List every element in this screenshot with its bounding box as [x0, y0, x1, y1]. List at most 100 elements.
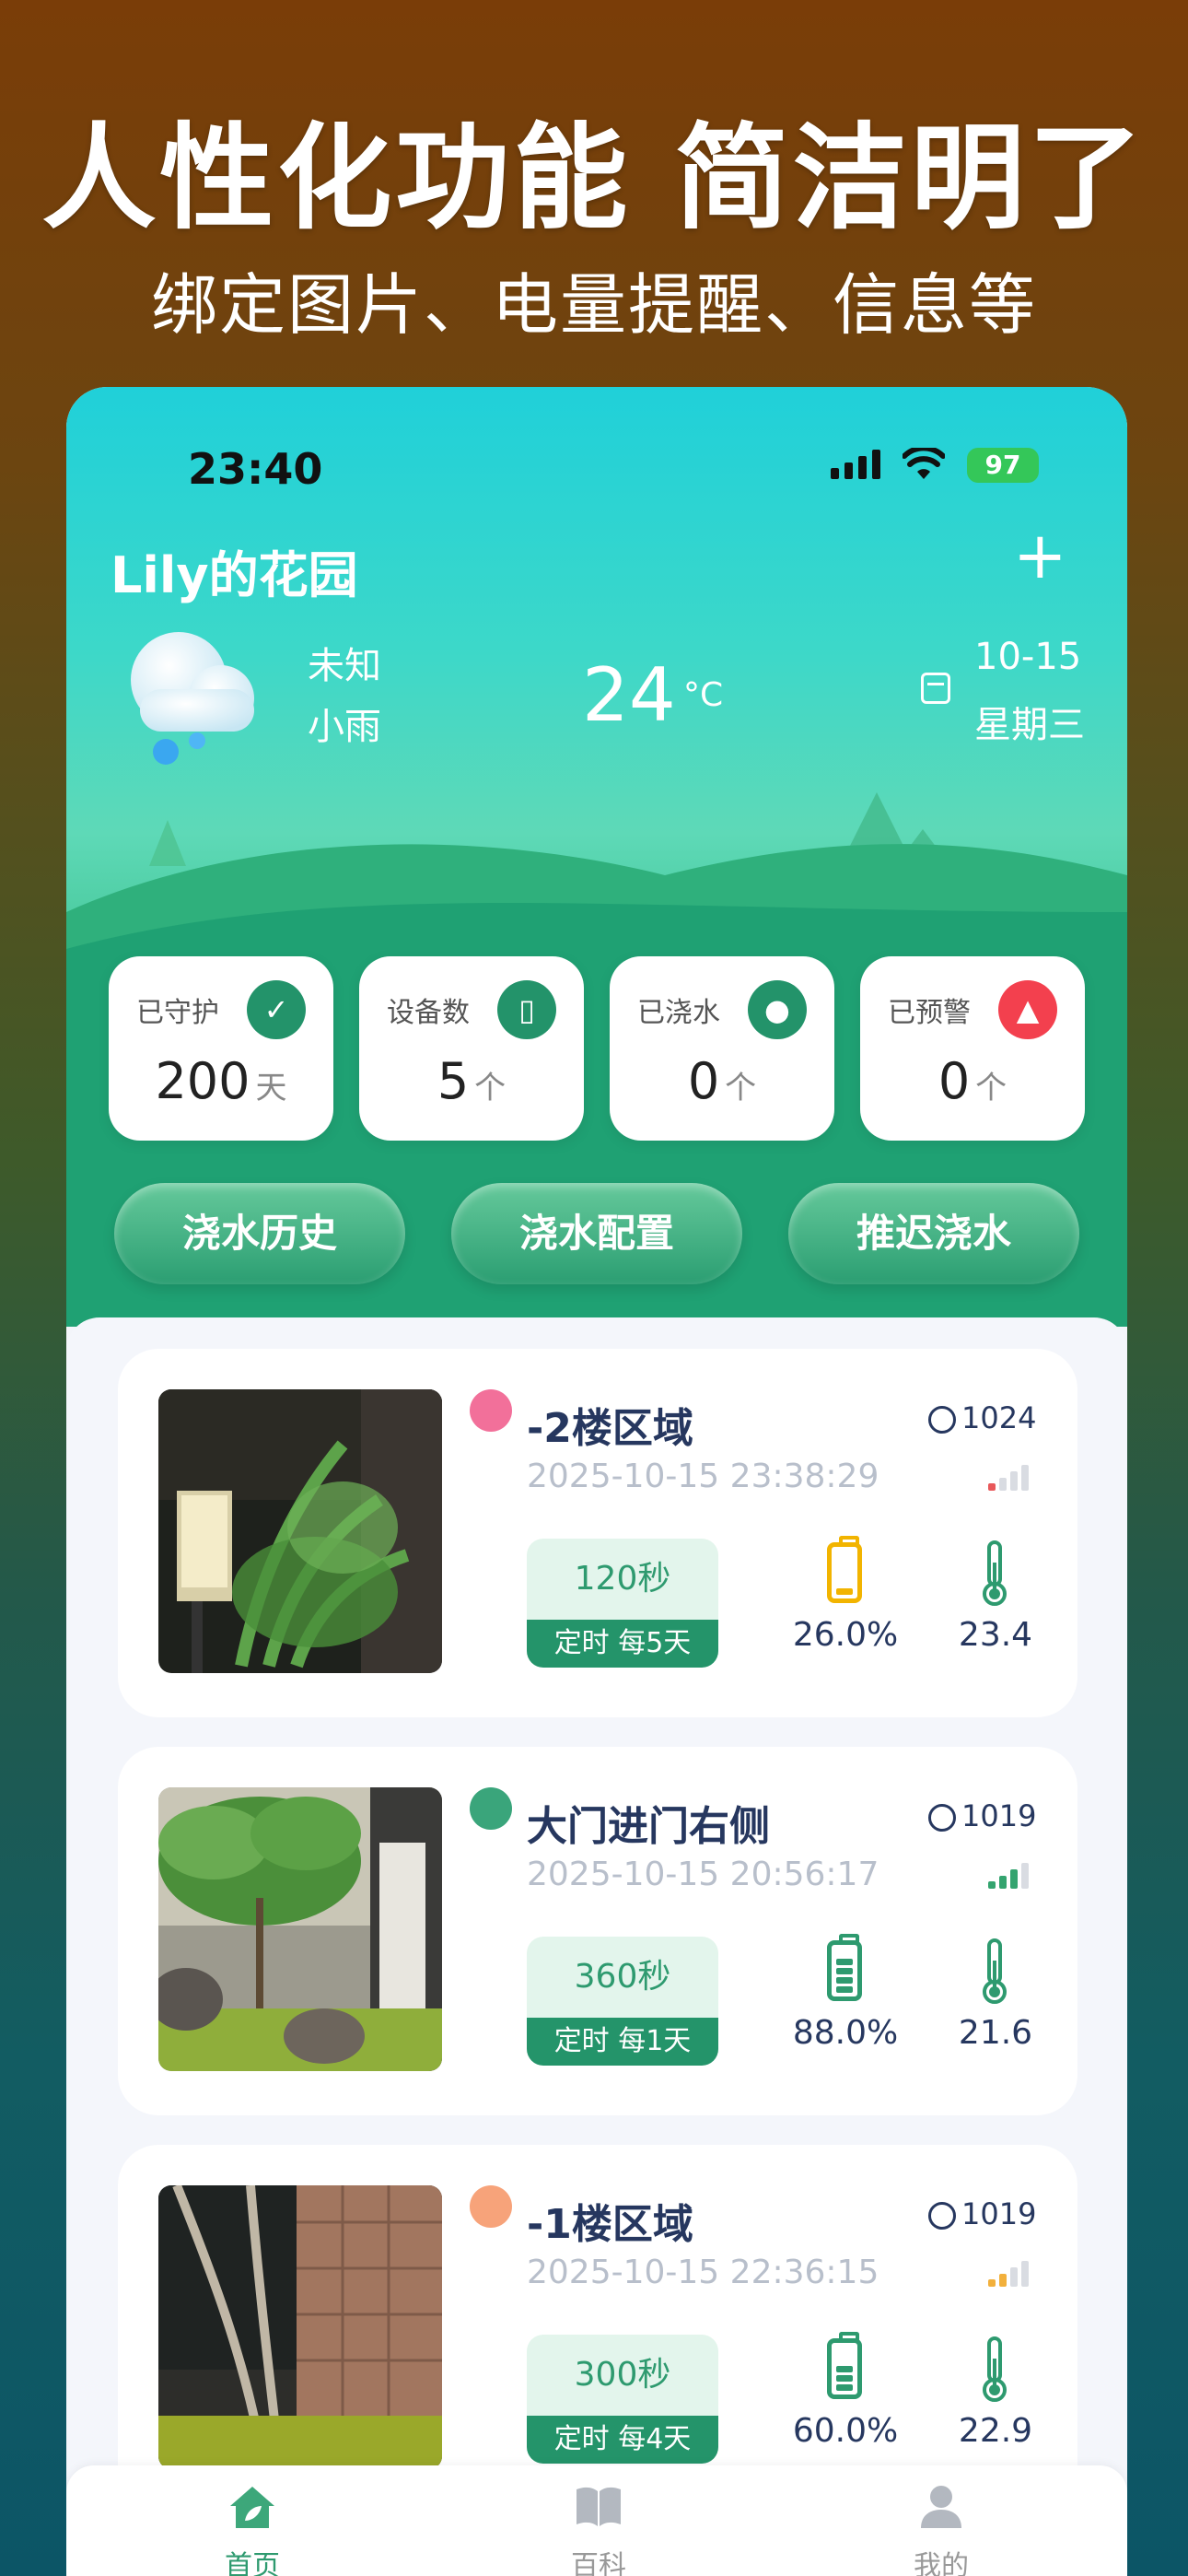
- device-name: -1楼区域: [527, 2201, 693, 2248]
- rain-cloud-icon: [131, 632, 254, 765]
- battery-level-segment: [836, 1986, 853, 1993]
- watering-history-button[interactable]: 浇水历史: [114, 1183, 405, 1284]
- status-time: 23:40: [188, 444, 323, 494]
- device-icon: ▯: [497, 980, 556, 1039]
- add-button[interactable]: +: [1013, 523, 1067, 588]
- watering-duration: 120秒: [574, 1560, 671, 1598]
- watering-schedule: 定时 每4天: [527, 2416, 718, 2464]
- wifi-icon: [902, 444, 946, 491]
- temperature-value: 21.6: [958, 2014, 1033, 2052]
- device-color-dot: [470, 2185, 512, 2228]
- device-name: -2楼区域: [527, 1405, 693, 1452]
- battery-value: 88.0%: [792, 2014, 899, 2052]
- timer-icon: [928, 1804, 956, 1832]
- battery-level-segment: [836, 1968, 853, 1974]
- device-color-dot: [470, 1787, 512, 1830]
- device-card[interactable]: 大门进门右侧 2025-10-15 20:56:17 1019 360秒 定时 …: [118, 1747, 1077, 2115]
- battery-level-segment: [836, 1959, 853, 1965]
- watering-timer[interactable]: 120秒 定时 每5天: [527, 1539, 718, 1668]
- watering-schedule: 定时 每1天: [527, 2018, 718, 2066]
- signal-strength-icon: [988, 1863, 1029, 1889]
- promo-subline: 绑定图片、电量提醒、信息等: [150, 266, 1037, 344]
- watering-duration: 360秒: [574, 1958, 671, 1996]
- thermometer-icon: [983, 2336, 1007, 2402]
- battery-level-segment: [836, 2375, 853, 2382]
- temperature-unit: °C: [683, 676, 724, 714]
- device-timestamp: 2025-10-15 20:56:17: [527, 1856, 879, 1893]
- weather-condition: 小雨: [308, 706, 381, 748]
- watering-timer[interactable]: 300秒 定时 每4天: [527, 2335, 718, 2464]
- timer-icon: [928, 1406, 956, 1434]
- tab-profile[interactable]: 我的: [877, 2484, 1006, 2576]
- tab-label: 首页: [225, 2550, 280, 2576]
- stat-label: 已守护: [136, 997, 219, 1029]
- date-text: 10-15: [974, 636, 1082, 678]
- device-list: -2楼区域 2025-10-15 23:38:29 1024 120秒 定时 每…: [66, 1317, 1127, 2515]
- watering-timer[interactable]: 360秒 定时 每1天: [527, 1937, 718, 2066]
- stat-label: 已预警: [888, 997, 971, 1029]
- battery-level-segment: [836, 1977, 853, 1984]
- signal-strength-icon: [988, 2261, 1029, 2287]
- battery-level-segment: [836, 1588, 853, 1595]
- stat-value: 0个: [938, 1052, 1007, 1110]
- weather-location: 未知: [308, 645, 381, 687]
- garden-header: 23:40 97 Lily的花园 + 未知 小雨 24 °C 10-15 星期三…: [66, 387, 1127, 1327]
- tab-label: 百科: [571, 2550, 626, 2576]
- alarm-icon: ▲: [998, 980, 1057, 1039]
- device-color-dot: [470, 1389, 512, 1432]
- weekday-text: 星期三: [974, 704, 1085, 746]
- home-leaf-icon: [230, 2487, 274, 2528]
- water-drop-icon: ●: [748, 980, 807, 1039]
- thermometer-icon: [983, 1938, 1007, 2004]
- signal-strength-icon: [988, 1465, 1029, 1491]
- battery-icon: [827, 1536, 862, 1603]
- device-name: 大门进门右侧: [527, 1803, 770, 1850]
- status-bar: 23:40 97: [66, 424, 1127, 494]
- device-photo: [158, 1389, 442, 1673]
- stat-value: 200 天: [155, 1052, 287, 1110]
- battery-level-segment: [836, 2384, 853, 2391]
- battery-level-segment: [836, 2366, 853, 2372]
- garden-title[interactable]: Lily的花园: [111, 534, 358, 607]
- stat-label: 设备数: [387, 997, 470, 1029]
- battery-icon: [827, 2332, 862, 2399]
- calendar-icon: [921, 673, 950, 704]
- device-card[interactable]: -2楼区域 2025-10-15 23:38:29 1024 120秒 定时 每…: [118, 1349, 1077, 1717]
- user-icon: [921, 2486, 961, 2528]
- tab-encyclopedia[interactable]: 百科: [534, 2484, 663, 2576]
- shield-check-icon: ✓: [247, 980, 306, 1039]
- stat-label: 已浇水: [637, 997, 720, 1029]
- watering-schedule: 定时 每5天: [527, 1620, 718, 1668]
- tab-home[interactable]: 首页: [188, 2484, 317, 2576]
- battery-indicator: 97: [967, 448, 1039, 483]
- device-id: 1019: [928, 1798, 1036, 1833]
- delay-watering-button[interactable]: 推迟浇水: [788, 1183, 1079, 1284]
- book-icon: [577, 2487, 621, 2526]
- temperature-value: 23.4: [958, 1616, 1033, 1654]
- device-photo: [158, 1787, 442, 2071]
- device-card[interactable]: -1楼区域 2025-10-15 22:36:15 1019 300秒 定时 每…: [118, 2145, 1077, 2513]
- device-id: 1024: [928, 1400, 1036, 1435]
- device-timestamp: 2025-10-15 23:38:29: [527, 1458, 879, 1495]
- temperature-value: 24: [582, 652, 676, 738]
- promo-headline: 人性化功能 简洁明了: [41, 112, 1147, 245]
- watering-config-button[interactable]: 浇水配置: [451, 1183, 742, 1284]
- stat-value: 5个: [437, 1052, 507, 1110]
- battery-icon: [827, 1934, 862, 2001]
- bottom-tab-bar: 首页 百科 我的: [66, 2465, 1127, 2576]
- stat-card-protected: 已守护 ✓ 200 天: [109, 956, 333, 1141]
- stat-value: 0个: [687, 1052, 757, 1110]
- tab-label: 我的: [914, 2550, 969, 2576]
- battery-value: 60.0%: [792, 2412, 899, 2450]
- thermometer-icon: [983, 1540, 1007, 1606]
- stat-card-alerts: 已预警 ▲ 0个: [860, 956, 1085, 1141]
- device-photo: [158, 2185, 442, 2469]
- temperature-value: 22.9: [958, 2412, 1033, 2450]
- cellular-signal-icon: [831, 448, 880, 479]
- watering-duration: 300秒: [574, 2356, 671, 2394]
- battery-value: 26.0%: [792, 1616, 899, 1654]
- stat-card-devices: 设备数 ▯ 5个: [359, 956, 584, 1141]
- device-timestamp: 2025-10-15 22:36:15: [527, 2254, 879, 2291]
- stat-card-watered: 已浇水 ● 0个: [610, 956, 834, 1141]
- phone-screen: 23:40 97 Lily的花园 + 未知 小雨 24 °C 10-15 星期三…: [66, 387, 1127, 2576]
